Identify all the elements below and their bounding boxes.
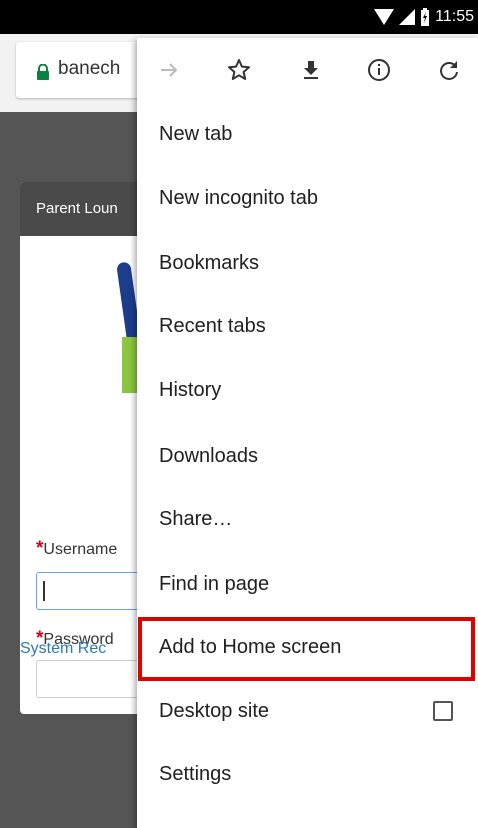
menu-item-share[interactable]: Share… xyxy=(137,489,478,553)
system-requirements-link[interactable]: System Rec xyxy=(20,640,106,658)
lock-icon xyxy=(37,64,49,80)
status-icons: 11:55 xyxy=(374,0,474,34)
menu-item-find-in-page[interactable]: Find in page xyxy=(137,554,478,618)
menu-item-desktop-site[interactable]: Desktop site xyxy=(137,681,478,745)
menu-item-settings[interactable]: Settings xyxy=(137,744,478,808)
menu-item-downloads[interactable]: Downloads xyxy=(137,426,478,490)
menu-item-new-incognito-tab[interactable]: New incognito tab xyxy=(137,168,478,232)
menu-icon-row xyxy=(137,38,478,104)
wifi-icon xyxy=(374,9,395,25)
card-title: Parent Loun xyxy=(36,200,118,217)
signal-icon xyxy=(399,9,416,25)
menu-item-new-tab[interactable]: New tab xyxy=(137,104,478,168)
refresh-icon[interactable] xyxy=(431,52,467,88)
menu-item-bookmarks[interactable]: Bookmarks xyxy=(137,233,478,297)
overflow-menu: New tab New incognito tab Bookmarks Rece… xyxy=(137,38,478,828)
desktop-site-checkbox[interactable] xyxy=(433,701,453,721)
star-icon[interactable] xyxy=(221,52,257,88)
url-text: banech xyxy=(58,58,121,79)
info-icon[interactable] xyxy=(361,52,397,88)
text-caret xyxy=(43,581,45,601)
download-icon[interactable] xyxy=(293,52,329,88)
status-time: 11:55 xyxy=(435,8,474,25)
username-label: *Username xyxy=(36,538,118,559)
highlight-box xyxy=(138,617,475,681)
menu-item-recent-tabs[interactable]: Recent tabs xyxy=(137,296,478,360)
menu-item-history[interactable]: History xyxy=(137,360,478,424)
status-bar: 11:55 xyxy=(0,0,478,34)
forward-arrow-icon[interactable] xyxy=(151,52,187,88)
battery-charging-icon xyxy=(421,8,430,26)
